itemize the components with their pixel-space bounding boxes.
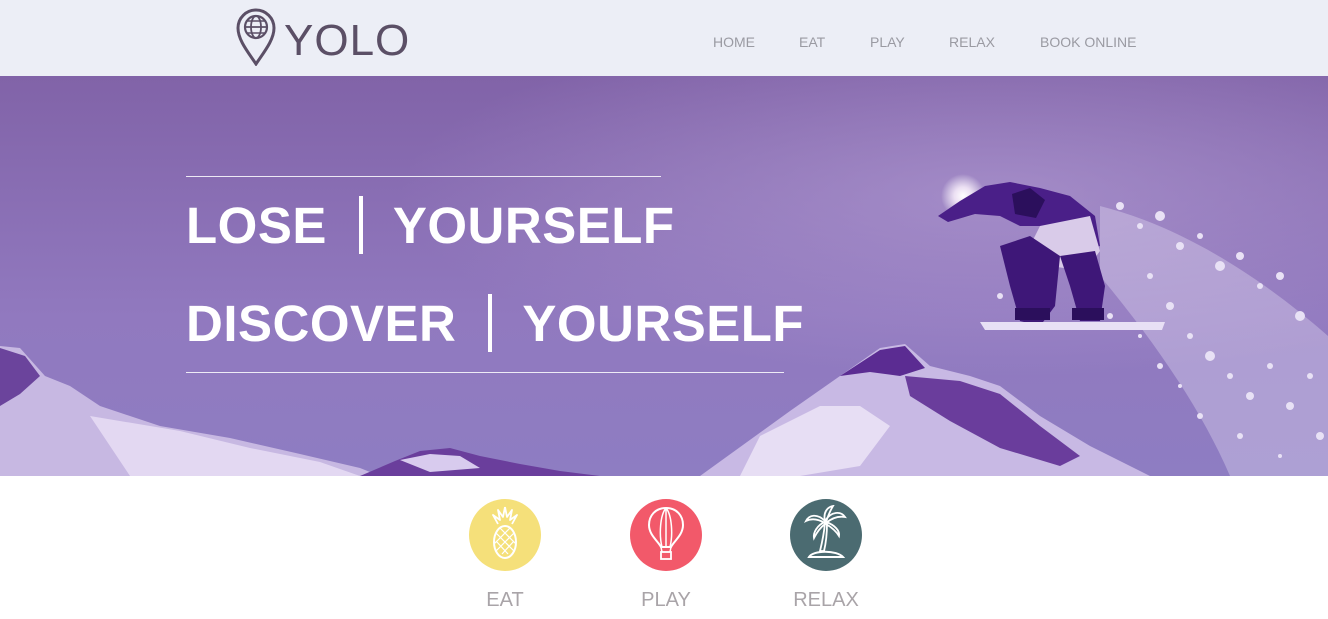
nav-book-online[interactable]: BOOK ONLINE [1040,34,1136,50]
feature-eat: EAT [435,499,575,612]
feature-relax-circle[interactable] [790,499,862,571]
hero-divider [488,294,493,352]
hero-line-2-left: DISCOVER [186,294,457,352]
palm-tree-island-icon [803,504,849,566]
hero-line-2-right: YOURSELF [522,294,805,352]
hero-line-1-right: YOURSELF [392,196,675,254]
feature-eat-circle[interactable] [469,499,541,571]
nav-home[interactable]: HOME [713,34,755,50]
hero-banner: LOSE YOURSELF DISCOVER YOURSELF [0,76,1328,476]
hero-divider [358,196,363,254]
feature-eat-label[interactable]: EAT [435,589,575,612]
feature-relax-label[interactable]: RELAX [756,589,896,612]
snowboarder-jump-image [0,76,1328,476]
nav-play[interactable]: PLAY [870,34,905,50]
site-header: YOLO HOME EAT PLAY RELAX BOOK ONLINE [0,0,1328,76]
hero-line-2: DISCOVER YOURSELF [186,294,804,352]
nav-eat[interactable]: EAT [799,34,825,50]
feature-play-label[interactable]: PLAY [596,589,736,612]
hero-line-1-left: LOSE [186,196,327,254]
feature-play: PLAY [596,499,736,612]
pineapple-icon [488,505,522,566]
hero-bottom-rule [186,372,784,373]
hot-air-balloon-icon [646,505,686,566]
hero-top-rule [186,176,661,177]
nav-relax[interactable]: RELAX [949,34,995,50]
hero-line-1: LOSE YOURSELF [186,196,675,254]
feature-relax: RELAX [756,499,896,612]
main-nav: HOME EAT PLAY RELAX BOOK ONLINE [0,34,1328,50]
feature-play-circle[interactable] [630,499,702,571]
